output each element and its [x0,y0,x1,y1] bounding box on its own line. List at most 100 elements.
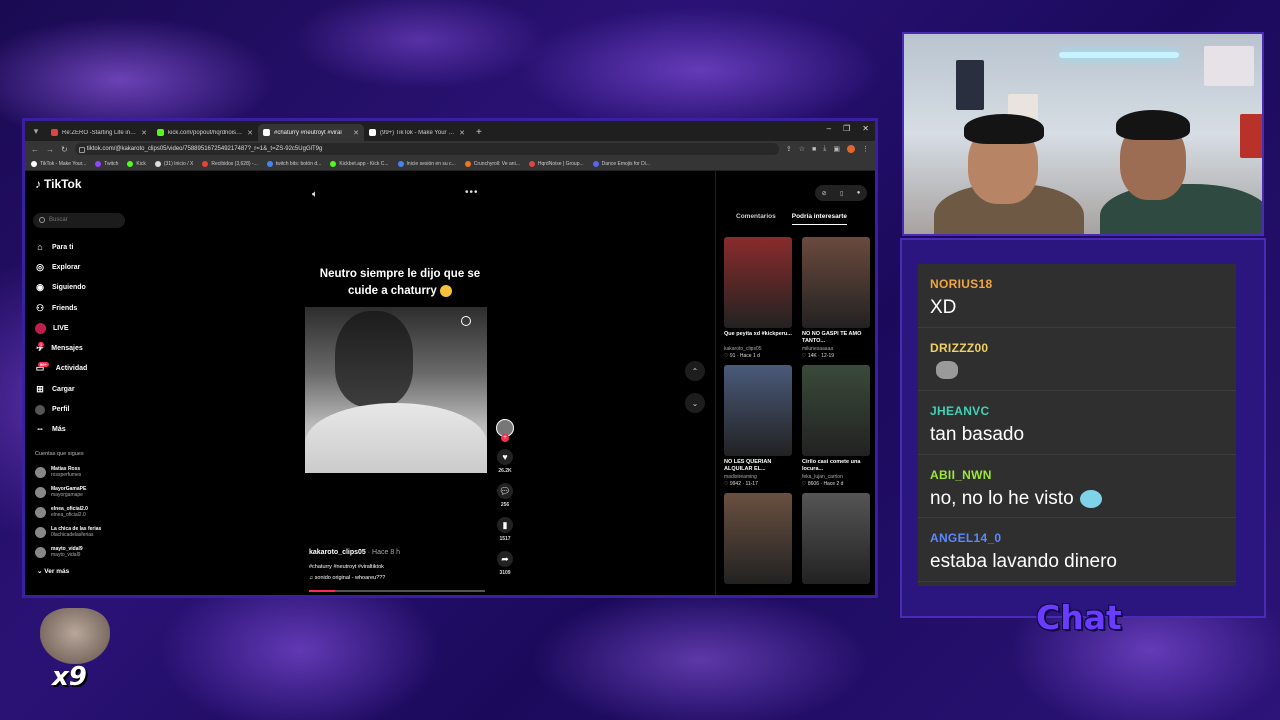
close-window-icon[interactable]: ✕ [862,124,869,133]
tab-search-icon[interactable]: ▾ [29,124,43,138]
minimize-icon[interactable]: – [827,124,831,133]
recommended-video-card[interactable]: Que peyita xd #kickperu... kakaroto_clips… [724,237,792,359]
browser-tab[interactable]: kick.com/popout/hqrdnoise/ch ✕ [152,124,258,141]
bookmark-item[interactable]: Twitch [95,160,118,167]
panel-compass-icon[interactable]: ⊘ [822,190,827,197]
nav-item-label: Siguiendo [52,284,86,292]
extension-icon[interactable]: ■ [812,146,816,153]
maximize-icon[interactable]: ❐ [843,124,850,133]
nav-item-siguiendo[interactable]: ◉ Siguiendo [35,278,145,298]
recommended-video-card[interactable]: NO LES QUERIAN ALQUILAR EL... madistreami… [724,365,792,487]
nav-item-explorar[interactable]: ◎ Explorar [35,257,145,277]
tiktok-logo[interactable]: ♪ TikTok [35,177,82,191]
profile-avatar-icon[interactable] [847,145,855,153]
card-title: NO LES QUERIAN ALQUILAR EL... [724,459,772,472]
video-sound[interactable]: ♫ sonido original - whoareu??? [309,575,499,581]
bookmark-item[interactable]: (31) Inicio / X [154,160,193,167]
video-author[interactable]: kakaroto_clips05 [309,549,366,556]
browser-tab[interactable]: (99+) TikTok - Make Your Day ✕ [364,124,470,141]
nav-item-perfil[interactable]: Perfil [35,399,145,419]
like-count: 26.2K [498,468,512,474]
chat-message: ABII_NWN no, no lo he visto [918,455,1236,518]
bookmark-item[interactable]: Kick [127,160,146,167]
bookmark-label: Inicie sesión en su c... [406,160,456,167]
home-icon: ⌂ [37,242,43,253]
sidebar-icon[interactable]: ▣ [833,145,840,153]
nav-item-mensajes[interactable]: ✈ 1 Mensajes [35,338,145,358]
tab-close-icon[interactable]: ✕ [459,129,465,137]
bookmark-item[interactable]: TikTok - Make Your... [31,160,86,167]
browser-tab[interactable]: #chaturry #neutroyt #viral ✕ [258,124,364,141]
following-list: Matías Ross rossperfumes MayorGamaPE mayorg… [35,462,145,562]
bookmark-item[interactable]: Inicie sesión en su c... [397,160,456,167]
bookmark-item[interactable]: Dance Emojis for Di... [592,160,650,167]
like-icon[interactable]: ♥ [497,449,513,465]
bookmark-item[interactable]: Recibidos (3,628) -... [202,160,258,167]
search-placeholder: Buscar [49,217,68,223]
notification-badge: 99+ [38,362,49,368]
search-input[interactable]: Buscar [33,213,125,228]
comment-icon[interactable]: 💬︎ [497,483,513,499]
nav-item-label: Actividad [55,365,88,373]
chat-username: DRIZZZ00 [930,340,989,355]
following-account[interactable]: La chica de las ferias 0lachicadelasferia… [35,522,145,542]
tab-title: kick.com/popout/hqrdnoise/ch [168,129,244,136]
tab-close-icon[interactable]: ✕ [247,129,253,137]
bookmark-item[interactable]: HqrdNoise | Group... [528,160,584,167]
video-hashtags[interactable]: #chaturry #neutroyt #viraltiktok [309,564,499,570]
chat-text [930,360,1236,379]
tab-close-icon[interactable]: ✕ [141,129,147,137]
nav-item-cargar[interactable]: ⊞ Cargar [35,379,145,399]
tab-title: Re:ZERO -Starting Life in Anoth [62,129,137,136]
recommended-video-card[interactable]: Cirilo casi comete una locura... feka_luj… [802,365,870,487]
tab-close-icon[interactable]: ✕ [353,129,359,137]
video-progress-bar[interactable] [309,590,485,592]
card-title: NO NO GASPI TE AMO TANTO... [802,331,862,344]
creator-avatar[interactable] [496,419,514,442]
back-icon[interactable]: ← [31,145,39,154]
following-account[interactable]: Matías Ross rossperfumes [35,462,145,482]
nav-item-más[interactable]: ••• Más [35,420,145,440]
following-account[interactable]: elnea_oficial2.0 elnea_oficial2.0 [35,502,145,522]
next-video-button[interactable]: ⌄ [685,393,705,413]
bookmark-item[interactable]: Kickbet.app - Kick C... [330,160,389,167]
forward-icon[interactable]: → [46,145,54,154]
zoom-icon[interactable] [461,316,471,329]
video-player[interactable] [305,307,487,473]
download-icon[interactable]: ⤓ [823,145,826,153]
panel-avatar-icon[interactable]: ● [857,190,861,196]
previous-video-button[interactable]: ⌃ [685,361,705,381]
bookmark-favicon-icon [528,160,535,167]
bookmark-item[interactable]: twitch bits: botón d... [266,160,321,167]
recommended-video-card[interactable]: NO NO GASPI TE AMO TANTO... milunesaaaaa ♡… [802,237,870,359]
address-bar[interactable]: tiktok.com/@kakaroto_clips05/video/75889… [74,143,779,155]
following-account[interactable]: mayto_vidal9 mayto_vidal9 [35,542,145,562]
nav-item-actividad[interactable]: ▭ 99+ Actividad [35,359,145,379]
following-account[interactable]: MayorGamaPE mayorgamape [35,482,145,502]
panel-phone-icon[interactable]: ▯ [840,190,843,197]
neon-light [1059,52,1179,58]
more-options-icon[interactable]: ••• [465,187,479,198]
bookmark-item[interactable]: Crunchyroll: Ve ani... [464,160,520,167]
save-icon[interactable]: ▮ [497,517,513,533]
nav-item-friends[interactable]: ⚇ Friends [35,298,145,318]
recommended-video-card[interactable] [724,493,792,584]
recommended-video-card[interactable] [802,493,870,584]
reload-icon[interactable]: ↻ [61,145,68,154]
volume-icon[interactable]: 🔈︎ [312,189,318,200]
share-icon[interactable]: ⇪ [786,145,792,153]
see-more-link[interactable]: ⌄ Ver más [37,567,69,575]
bookmark-label: Recibidos (3,628) -... [211,160,258,167]
nav-item-live[interactable]: LIVE [35,318,145,338]
bookmark-favicon-icon [154,160,161,167]
bookmark-favicon-icon [330,160,337,167]
new-tab-button[interactable]: + [476,127,482,138]
account-names: mayto_vidal9 mayto_vidal9 [51,546,83,558]
panel-tab[interactable]: Podría interesarte [791,213,848,225]
bookmark-star-icon[interactable]: ☆ [799,145,805,153]
share-arrow-icon[interactable]: ➦ [497,551,513,567]
browser-tab[interactable]: Re:ZERO -Starting Life in Anoth ✕ [46,124,152,141]
menu-icon[interactable]: ⋮ [862,145,869,153]
panel-tab[interactable]: Comentarios [736,213,776,225]
nav-item-para-ti[interactable]: ⌂ Para ti [35,237,145,257]
